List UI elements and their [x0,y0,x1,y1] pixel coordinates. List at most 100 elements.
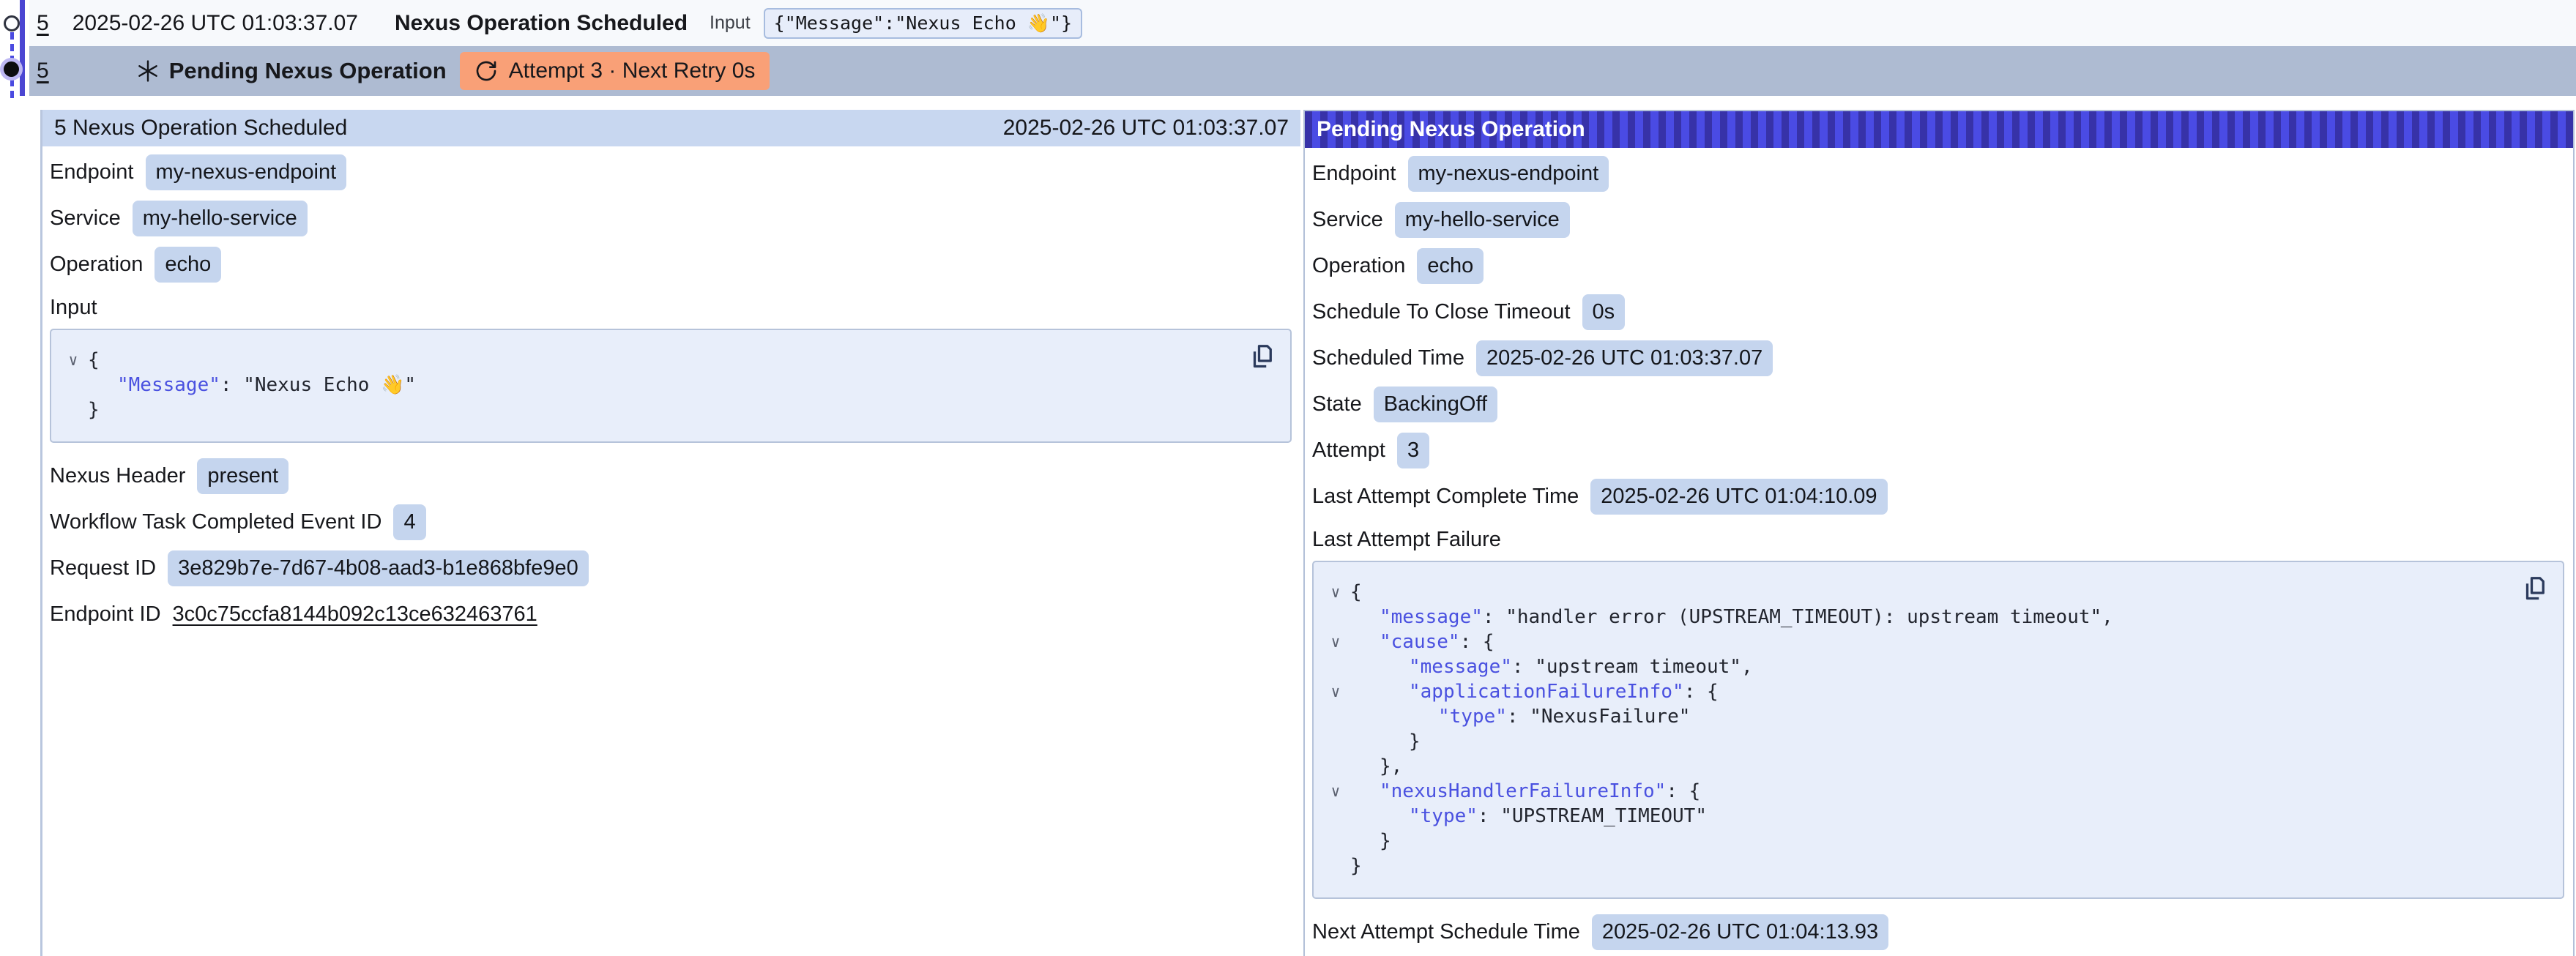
json-line: "type": "UPSTREAM_TIMEOUT" [1321,804,2512,829]
retry-icon [474,59,498,83]
input-chip: {"Message":"Nexus Echo 👋"} [764,8,1082,39]
json-line-gutter [1321,829,1350,854]
event-id-link[interactable]: 5 [37,59,49,83]
json-line: } [1321,829,2512,854]
json-line-text: { [1350,580,1362,605]
json-line-text: "cause": { [1350,630,1494,654]
endpoint-id-link[interactable]: 3c0c75ccfa8144b092c13ce632463761 [173,602,537,627]
copy-icon [1249,342,1276,371]
input-label: Input [710,12,751,34]
event-title: Pending Nexus Operation [169,58,447,84]
event-row-pending[interactable]: 5 Pending Nexus Operation Attempt 3 · Ne… [29,46,2576,96]
event-title: Nexus Operation Scheduled [395,11,688,36]
field-endpoint: Endpoint my-nexus-endpoint [50,149,1293,195]
field-value-badge: my-nexus-endpoint [146,154,347,190]
json-line: "message": "handler error (UPSTREAM_TIME… [1321,605,2512,630]
field-value-badge: 2025-02-26 UTC 01:03:37.07 [1476,340,1773,376]
json-line-text: } [1350,829,1391,854]
failure-section-label: Last Attempt Failure [1312,520,2566,559]
json-line-text: "type": "NexusFailure" [1350,704,1690,729]
json-line-gutter [1321,854,1350,878]
field-request-id: Request ID 3e829b7e-7d67-4b08-aad3-b1e86… [50,545,1293,591]
json-line: ∨"applicationFailureInfo": { [1321,679,2512,704]
json-line: ∨"nexusHandlerFailureInfo": { [1321,779,2512,804]
timeline-track [20,0,25,96]
field-endpoint: Endpoint my-nexus-endpoint [1312,151,2566,197]
json-line-text: } [88,397,100,422]
panel-title: Pending Nexus Operation [1317,117,1585,142]
json-viewer-input: ∨{"Message": "Nexus Echo 👋"} [50,329,1292,443]
retry-badge: Attempt 3 · Next Retry 0s [460,52,770,90]
event-dot-open-icon [4,15,20,31]
field-wft-completed-event-id: Workflow Task Completed Event ID 4 [50,499,1293,545]
event-row-scheduled[interactable]: 5 2025-02-26 UTC 01:03:37.07 Nexus Opera… [29,0,2576,46]
event-dot-selected-icon [4,61,19,77]
collapse-chevron-icon[interactable]: ∨ [59,348,88,373]
field-value-badge: present [197,458,289,493]
field-state: State BackingOff [1312,381,2566,427]
field-value-badge: my-hello-service [133,201,308,236]
collapse-chevron-icon[interactable]: ∨ [1321,679,1350,704]
json-line-gutter [59,397,88,422]
copy-button[interactable] [1249,342,1276,371]
field-value-badge: 0s [1582,294,1626,329]
field-value-badge: 4 [393,504,425,539]
field-value-badge: my-nexus-endpoint [1408,156,1609,191]
field-value-badge: 2025-02-26 UTC 01:04:13.93 [1592,914,1888,949]
json-line: "Message": "Nexus Echo 👋" [59,373,1239,397]
asterisk-icon [135,59,160,83]
event-detail-panels: 5 Nexus Operation Scheduled 2025-02-26 U… [40,110,2576,956]
json-line-text: }, [1350,754,1402,779]
json-line: ∨{ [59,348,1239,373]
field-operation: Operation echo [50,242,1293,288]
field-schedule-to-close-timeout: Schedule To Close Timeout 0s [1312,289,2566,335]
field-value-badge: 3 [1397,433,1429,468]
json-line: } [1321,729,2512,754]
json-line: "type": "NexusFailure" [1321,704,2512,729]
collapse-chevron-icon[interactable]: ∨ [1321,630,1350,654]
field-value-badge: BackingOff [1374,386,1497,422]
copy-icon [2522,574,2548,603]
field-next-attempt-schedule-time: Next Attempt Schedule Time 2025-02-26 UT… [1312,909,2566,955]
json-line-text: "message": "handler error (UPSTREAM_TIME… [1350,605,2113,630]
field-scheduled-time: Scheduled Time 2025-02-26 UTC 01:03:37.0… [1312,335,2566,381]
json-line-text: "nexusHandlerFailureInfo": { [1350,779,1700,804]
field-endpoint-id: Endpoint ID 3c0c75ccfa8144b092c13ce63246… [50,591,1293,638]
json-line-gutter [1321,605,1350,630]
json-line-gutter [59,373,88,397]
json-line-gutter [1321,729,1350,754]
json-line-text: "type": "UPSTREAM_TIMEOUT" [1350,804,1707,829]
field-operation: Operation echo [1312,243,2566,289]
json-line: ∨"cause": { [1321,630,2512,654]
collapse-chevron-icon[interactable]: ∨ [1321,580,1350,605]
json-line-text: "Message": "Nexus Echo 👋" [88,373,416,397]
event-timestamp: 2025-02-26 UTC 01:03:37.07 [72,11,358,36]
collapse-chevron-icon[interactable]: ∨ [1321,779,1350,804]
json-line-gutter [1321,654,1350,679]
panel-header: Pending Nexus Operation [1305,111,2573,148]
field-value-badge: 2025-02-26 UTC 01:04:10.09 [1590,479,1887,514]
json-line-gutter [1321,704,1350,729]
json-line: } [1321,854,2512,878]
json-line-text: } [1350,854,1362,878]
panel-header: 5 Nexus Operation Scheduled 2025-02-26 U… [42,110,1300,146]
json-line-gutter [1321,754,1350,779]
json-line: }, [1321,754,2512,779]
retry-badge-label: Attempt 3 · Next Retry 0s [509,59,756,83]
json-line: } [59,397,1239,422]
json-line-text: { [88,348,100,373]
json-line-text: "message": "upstream timeout", [1350,654,1753,679]
field-value-badge: 3e829b7e-7d67-4b08-aad3-b1e868bfe9e0 [168,550,589,586]
field-nexus-header: Nexus Header present [50,453,1293,499]
json-line: "message": "upstream timeout", [1321,654,2512,679]
json-line-text: } [1350,729,1421,754]
json-line-gutter [1321,804,1350,829]
field-service: Service my-hello-service [1312,197,2566,243]
json-line-text: "applicationFailureInfo": { [1350,679,1719,704]
panel-title: 5 Nexus Operation Scheduled [54,116,347,141]
json-line: ∨{ [1321,580,2512,605]
json-viewer-failure: ∨{"message": "handler error (UPSTREAM_TI… [1312,561,2564,899]
copy-button[interactable] [2522,574,2548,603]
pending-operation-panel: Pending Nexus Operation Endpoint my-nexu… [1303,110,2575,956]
event-id-link[interactable]: 5 [37,11,49,36]
